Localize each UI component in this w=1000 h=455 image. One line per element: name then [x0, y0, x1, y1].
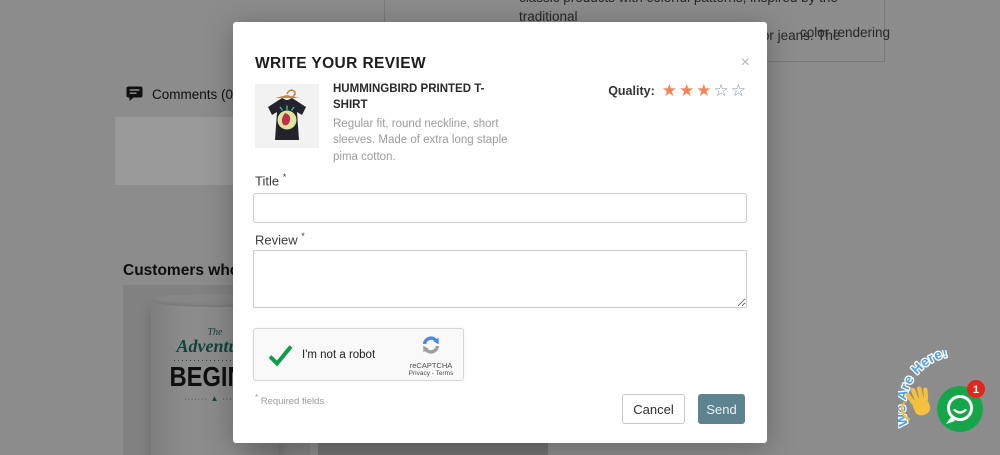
chat-widget[interactable]: We Are Here! 1 — [898, 350, 998, 455]
screen: classic products with colorful patterns,… — [0, 0, 1000, 455]
star-filled-icon[interactable]: ★ — [696, 81, 713, 100]
title-label-text: Title — [255, 173, 279, 188]
product-short-description: Regular fit, round neckline, short sleev… — [333, 116, 515, 165]
title-input[interactable] — [253, 193, 747, 223]
quality-label: Quality: — [608, 84, 655, 98]
required-asterisk: * — [301, 231, 305, 241]
product-thumbnail-tshirt — [255, 84, 319, 148]
recaptcha-brand-text: reCAPTCHA — [406, 361, 456, 370]
required-asterisk: * — [255, 393, 258, 402]
checkmark-icon — [267, 342, 294, 369]
star-filled-icon[interactable]: ★ — [662, 81, 679, 100]
notification-badge: 1 — [967, 380, 985, 398]
product-name: HUMMINGBIRD PRINTED T-SHIRT — [333, 82, 495, 113]
write-review-modal: WRITE YOUR REVIEW × HUMMINGBIRD PRINTED … — [233, 22, 767, 443]
review-field-label: Review * — [255, 231, 305, 247]
badge-count: 1 — [973, 384, 979, 396]
recaptcha-privacy-terms[interactable]: Privacy - Terms — [406, 370, 456, 377]
required-fields-note: * Required fields — [255, 393, 324, 407]
review-textarea[interactable] — [253, 250, 747, 308]
recaptcha-logo-icon — [421, 335, 441, 355]
quality-stars[interactable]: ★★★☆☆ — [662, 82, 748, 99]
recaptcha-label: I'm not a robot — [302, 349, 375, 361]
close-icon[interactable]: × — [741, 55, 750, 71]
required-asterisk: * — [283, 172, 287, 182]
review-label-text: Review — [255, 232, 298, 247]
quality-rating: Quality: ★★★☆☆ — [608, 82, 748, 99]
send-button[interactable]: Send — [698, 394, 745, 424]
cancel-button[interactable]: Cancel — [622, 394, 685, 424]
recaptcha-branding: reCAPTCHA Privacy - Terms — [406, 335, 456, 377]
title-field-label: Title * — [255, 172, 286, 188]
star-empty-icon[interactable]: ☆ — [731, 81, 748, 100]
star-filled-icon[interactable]: ★ — [679, 81, 696, 100]
star-empty-icon[interactable]: ☆ — [714, 81, 731, 100]
modal-title: WRITE YOUR REVIEW — [255, 55, 426, 73]
recaptcha-widget[interactable]: I'm not a robot reCAPTCHA Privacy - Term… — [253, 328, 464, 381]
required-note-text: Required fields — [261, 396, 324, 407]
